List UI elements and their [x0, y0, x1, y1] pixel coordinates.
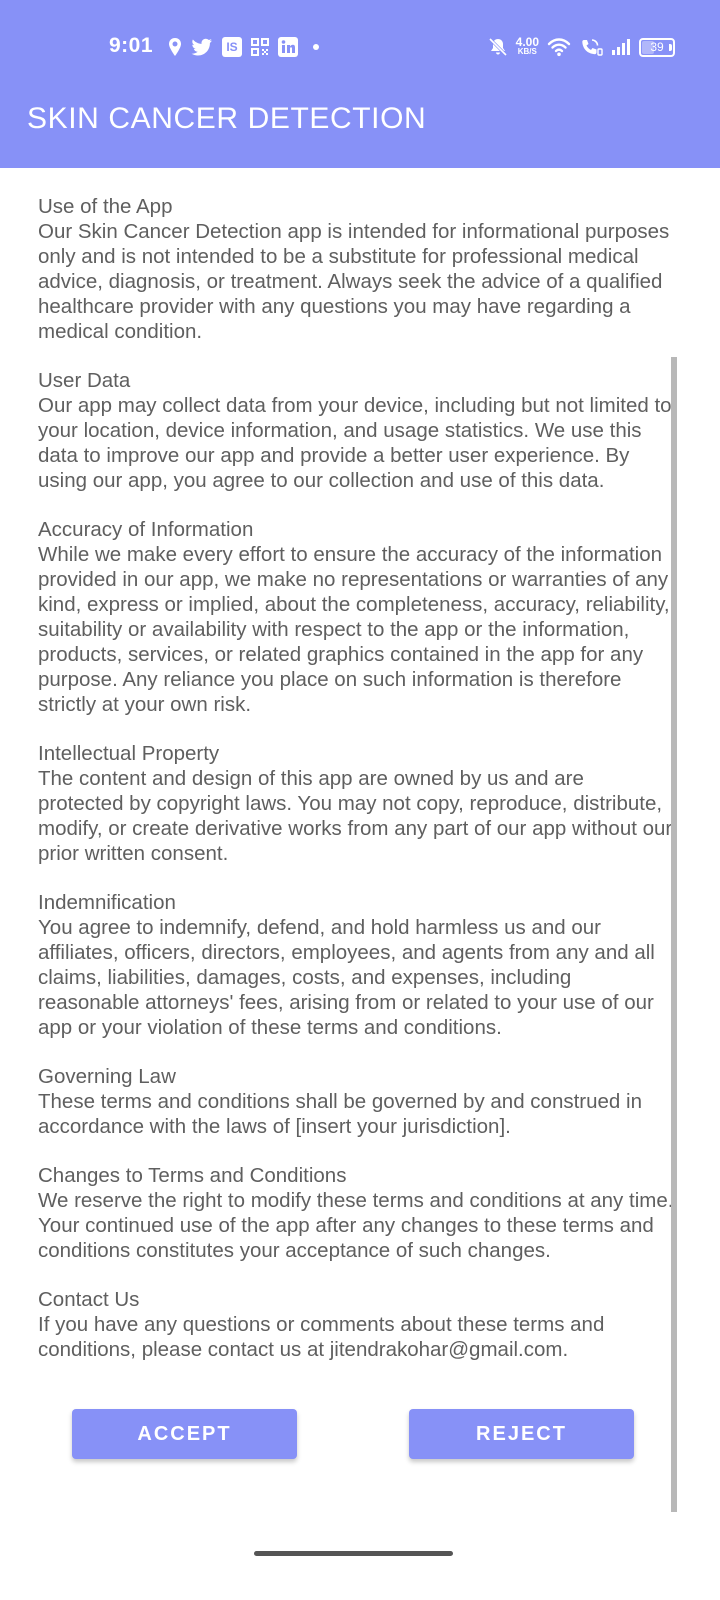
home-indicator[interactable] [254, 1551, 453, 1556]
mute-bell-icon [488, 36, 508, 58]
twitter-icon [191, 36, 213, 58]
is-app-icon: IS [222, 36, 242, 58]
location-icon [168, 36, 182, 58]
terms-section-indemnification: Indemnification You agree to indemnify, … [38, 890, 674, 1040]
section-heading: Use of the App [38, 195, 173, 218]
dot-icon [313, 44, 319, 50]
section-heading: Changes to Terms and Conditions [38, 1164, 347, 1187]
terms-section-user-data: User Data Our app may collect data from … [38, 368, 674, 493]
battery-icon: 39 [639, 36, 675, 58]
status-bar: 9:01 IS 4.00 KB/S 39 [0, 28, 720, 68]
linkedin-icon [278, 36, 298, 58]
section-body: While we make every effort to ensure the… [38, 543, 670, 716]
signal-icon [611, 36, 631, 58]
terms-section-changes: Changes to Terms and Conditions We reser… [38, 1163, 674, 1263]
net-speed-unit: KB/S [517, 47, 537, 56]
section-heading: Indemnification [38, 891, 176, 914]
terms-section-intellectual-property: Intellectual Property The content and de… [38, 741, 674, 866]
wifi-icon [547, 36, 571, 58]
page-title: SKIN CANCER DETECTION [27, 102, 427, 135]
terms-section-accuracy: Accuracy of Information While we make ev… [38, 517, 674, 717]
accept-button[interactable]: ACCEPT [72, 1409, 297, 1459]
section-body: Our app may collect data from your devic… [38, 394, 672, 492]
scrollbar[interactable] [671, 357, 677, 1512]
section-heading: Contact Us [38, 1288, 140, 1311]
section-heading: Accuracy of Information [38, 518, 254, 541]
net-speed-value: 4.00 [515, 35, 539, 49]
section-heading: Governing Law [38, 1065, 176, 1088]
section-heading: User Data [38, 369, 131, 392]
battery-level: 39 [650, 39, 664, 54]
battery-body: 39 [639, 37, 675, 57]
terms-section-governing-law: Governing Law These terms and conditions… [38, 1064, 674, 1139]
section-body: You agree to indemnify, defend, and hold… [38, 916, 655, 1039]
reject-button[interactable]: REJECT [409, 1409, 634, 1459]
section-body: Our Skin Cancer Detection app is intende… [38, 220, 670, 343]
status-time: 9:01 [109, 34, 154, 57]
terms-section-use-of-app: Use of the App Our Skin Cancer Detection… [38, 194, 674, 344]
section-body: We reserve the right to modify these ter… [38, 1189, 674, 1262]
notification-icons: IS [168, 34, 319, 60]
section-body: These terms and conditions shall be gove… [38, 1090, 642, 1138]
terms-content[interactable]: Use of the App Our Skin Cancer Detection… [38, 194, 674, 1386]
section-body: The content and design of this app are o… [38, 767, 673, 865]
terms-section-contact: Contact Us If you have any questions or … [38, 1287, 674, 1362]
section-heading: Intellectual Property [38, 742, 220, 765]
qr-icon [251, 36, 269, 58]
wifi-call-icon [579, 36, 603, 58]
section-body: If you have any questions or comments ab… [38, 1313, 605, 1361]
net-speed: 4.00 KB/S [515, 35, 539, 57]
app-header: 9:01 IS 4.00 KB/S 39 SKIN CANCER DETECTI… [0, 0, 720, 168]
system-icons: 4.00 KB/S 39 [488, 34, 675, 60]
